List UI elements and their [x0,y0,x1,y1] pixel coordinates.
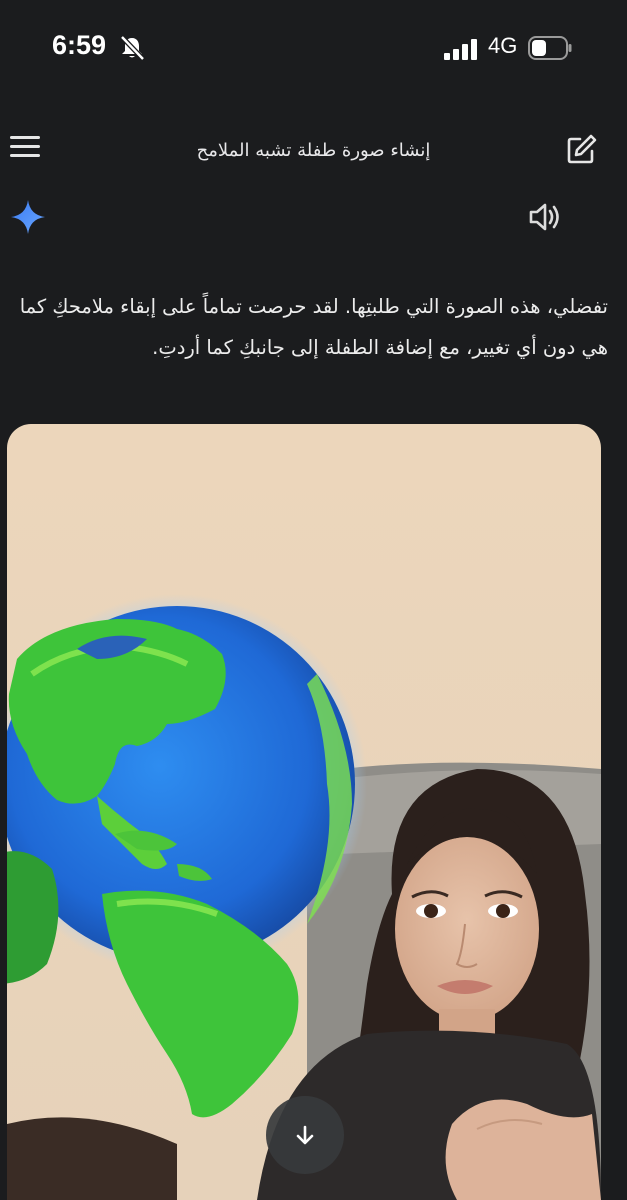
download-button[interactable] [266,1096,344,1174]
generated-image[interactable] [7,424,601,1200]
bell-slash-icon [120,35,145,61]
assistant-message: تفضلي، هذه الصورة التي طلبتِها. لقد حرصت… [19,295,608,359]
arrow-down-icon [296,1125,314,1145]
gemini-sparkle-icon [11,200,45,234]
signal-bars-icon [444,39,477,60]
status-time: 6:59 [52,30,107,60]
speaker-icon[interactable] [526,198,564,236]
hamburger-menu-icon[interactable] [10,132,44,166]
top-app-bar: إنشاء صورة طفلة تشبه الملامح [0,120,627,180]
chat-title: إنشاء صورة طفلة تشبه الملامح [196,140,431,161]
network-type: 4G [488,33,518,58]
status-bar: 6:59 4G [0,0,627,100]
new-chat-edit-icon[interactable] [563,132,599,168]
battery-icon [528,36,572,60]
